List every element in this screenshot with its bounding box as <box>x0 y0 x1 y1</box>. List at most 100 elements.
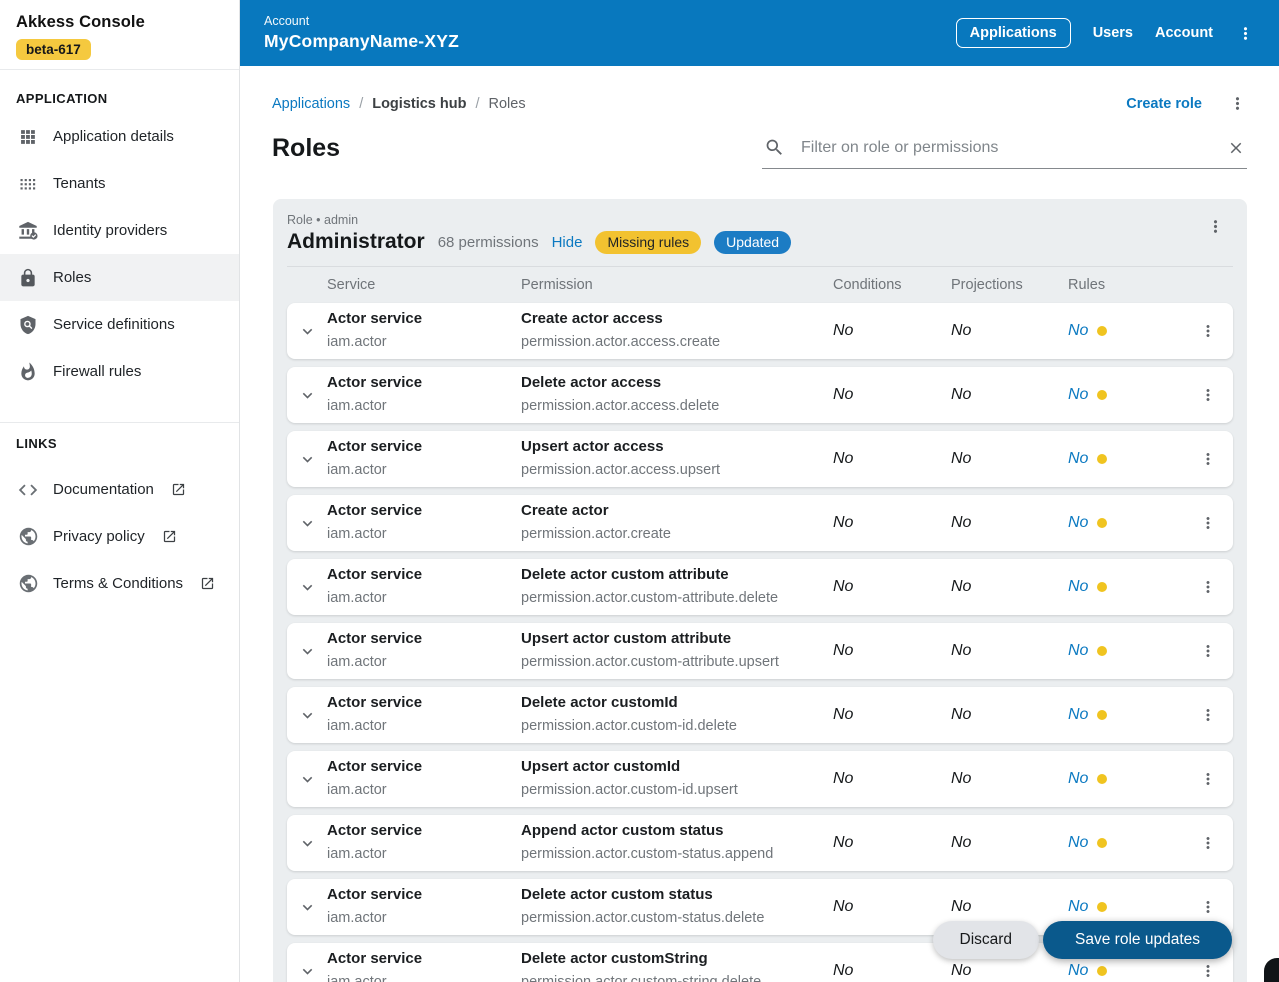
breadcrumb-applications[interactable]: Applications <box>272 96 350 112</box>
account-overline: Account <box>264 14 459 28</box>
row-service-code: iam.actor <box>327 526 521 543</box>
row-kebab-icon[interactable] <box>1183 514 1233 532</box>
search-icon <box>764 137 785 158</box>
row-permission-code: permission.actor.access.upsert <box>521 462 833 479</box>
role-filter-searchbar <box>762 129 1247 169</box>
column-conditions: Conditions <box>833 277 951 293</box>
missing-rule-dot-icon <box>1097 838 1107 848</box>
role-kebab-icon[interactable] <box>1206 217 1225 241</box>
row-projections-value: No <box>951 834 1068 852</box>
chevron-down-icon[interactable] <box>287 578 327 597</box>
sidebar-item-application-details[interactable]: Application details <box>0 113 239 160</box>
row-kebab-icon[interactable] <box>1183 578 1233 596</box>
row-kebab-icon[interactable] <box>1183 386 1233 404</box>
row-conditions-value: No <box>833 514 951 532</box>
row-projections-value: No <box>951 578 1068 596</box>
row-permission-name: Delete actor customId <box>521 694 833 712</box>
role-card-administrator: Role • admin Administrator 68 permission… <box>273 199 1247 982</box>
row-kebab-icon[interactable] <box>1183 898 1233 916</box>
topnav-kebab-icon[interactable] <box>1235 24 1255 43</box>
permission-count: 68 permissions <box>438 234 539 251</box>
row-permission-name: Append actor custom status <box>521 822 833 840</box>
row-kebab-icon[interactable] <box>1183 706 1233 724</box>
sidebar-item-label: Tenants <box>53 175 106 192</box>
missing-rule-dot-icon <box>1097 710 1107 720</box>
account-block: Account MyCompanyName-XYZ <box>264 14 459 52</box>
row-kebab-icon[interactable] <box>1183 322 1233 340</box>
missing-rule-dot-icon <box>1097 326 1107 336</box>
row-rules-value: No <box>1068 962 1088 980</box>
updated-badge: Updated <box>714 231 791 254</box>
chevron-down-icon[interactable] <box>287 770 327 789</box>
sidebar-item-service-definitions[interactable]: Service definitions <box>0 301 239 348</box>
row-permission-name: Delete actor customString <box>521 950 833 968</box>
row-permission-code: permission.actor.custom-string.delete <box>521 974 833 982</box>
permission-row: Actor service iam.actor Append actor cus… <box>287 815 1233 871</box>
row-kebab-icon[interactable] <box>1183 770 1233 788</box>
row-permission-name: Upsert actor customId <box>521 758 833 776</box>
chevron-down-icon[interactable] <box>287 514 327 533</box>
row-service-name: Actor service <box>327 630 521 648</box>
hide-permissions-link[interactable]: Hide <box>552 234 583 251</box>
sidebar-link-documentation[interactable]: Documentation <box>0 466 239 513</box>
chevron-down-icon[interactable] <box>287 642 327 661</box>
permission-row: Actor service iam.actor Upsert actor acc… <box>287 431 1233 487</box>
permission-row: Actor service iam.actor Delete actor cus… <box>287 687 1233 743</box>
column-rules: Rules <box>1068 277 1183 293</box>
sidebar-link-privacy-policy[interactable]: Privacy policy <box>0 513 239 560</box>
breadcrumb-logistics-hub[interactable]: Logistics hub <box>372 96 466 112</box>
sidebar-link-label: Privacy policy <box>53 528 145 545</box>
row-kebab-icon[interactable] <box>1183 642 1233 660</box>
row-projections-value: No <box>951 642 1068 660</box>
application-section-label: APPLICATION <box>0 70 239 113</box>
chevron-down-icon[interactable] <box>287 322 327 341</box>
sidebar-link-terms-conditions[interactable]: Terms & Conditions <box>0 560 239 607</box>
page-kebab-icon[interactable] <box>1228 94 1247 113</box>
row-conditions-value: No <box>833 450 951 468</box>
sidebar-item-label: Firewall rules <box>53 363 141 380</box>
row-kebab-icon[interactable] <box>1183 450 1233 468</box>
chevron-down-icon[interactable] <box>287 706 327 725</box>
sidebar-item-roles[interactable]: Roles <box>0 254 239 301</box>
sidebar: Akkess Console beta-617 APPLICATION Appl… <box>0 0 240 982</box>
clear-search-icon[interactable] <box>1227 139 1245 157</box>
topnav-account[interactable]: Account <box>1155 25 1213 41</box>
permission-row: Actor service iam.actor Create actor per… <box>287 495 1233 551</box>
dots-grid-icon <box>16 172 40 196</box>
sidebar-item-tenants[interactable]: Tenants <box>0 160 239 207</box>
column-projections: Projections <box>951 277 1068 293</box>
chevron-down-icon[interactable] <box>287 834 327 853</box>
create-role-button[interactable]: Create role <box>1126 96 1202 112</box>
links-section-label: LINKS <box>0 423 239 458</box>
brand-block: Akkess Console beta-617 <box>0 0 239 70</box>
chevron-down-icon[interactable] <box>287 898 327 917</box>
sidebar-item-identity-providers[interactable]: Identity providers <box>0 207 239 254</box>
save-role-updates-button[interactable]: Save role updates <box>1043 921 1232 959</box>
row-rules-value: No <box>1068 898 1088 916</box>
chevron-down-icon[interactable] <box>287 386 327 405</box>
row-projections-value: No <box>951 706 1068 724</box>
missing-rule-dot-icon <box>1097 518 1107 528</box>
sidebar-item-firewall-rules[interactable]: Firewall rules <box>0 348 239 395</box>
row-kebab-icon[interactable] <box>1183 834 1233 852</box>
row-conditions-value: No <box>833 770 951 788</box>
akkess-console-screen: Akkess Console beta-617 APPLICATION Appl… <box>0 0 1279 982</box>
row-service-code: iam.actor <box>327 910 521 927</box>
row-service-name: Actor service <box>327 374 521 392</box>
missing-rule-dot-icon <box>1097 582 1107 592</box>
chevron-down-icon[interactable] <box>287 962 327 981</box>
row-rules-value: No <box>1068 834 1088 852</box>
account-name: MyCompanyName-XYZ <box>264 31 459 52</box>
row-permission-code: permission.actor.custom-status.delete <box>521 910 833 927</box>
search-input[interactable] <box>801 139 1211 157</box>
row-permission-name: Create actor access <box>521 310 833 328</box>
row-kebab-icon[interactable] <box>1183 962 1233 980</box>
row-service-code: iam.actor <box>327 462 521 479</box>
sidebar-item-label: Identity providers <box>53 222 167 239</box>
row-conditions-value: No <box>833 898 951 916</box>
topnav-applications[interactable]: Applications <box>956 18 1071 48</box>
discard-button[interactable]: Discard <box>933 921 1040 959</box>
topnav-users[interactable]: Users <box>1093 25 1133 41</box>
row-permission-code: permission.actor.access.delete <box>521 398 833 415</box>
chevron-down-icon[interactable] <box>287 450 327 469</box>
